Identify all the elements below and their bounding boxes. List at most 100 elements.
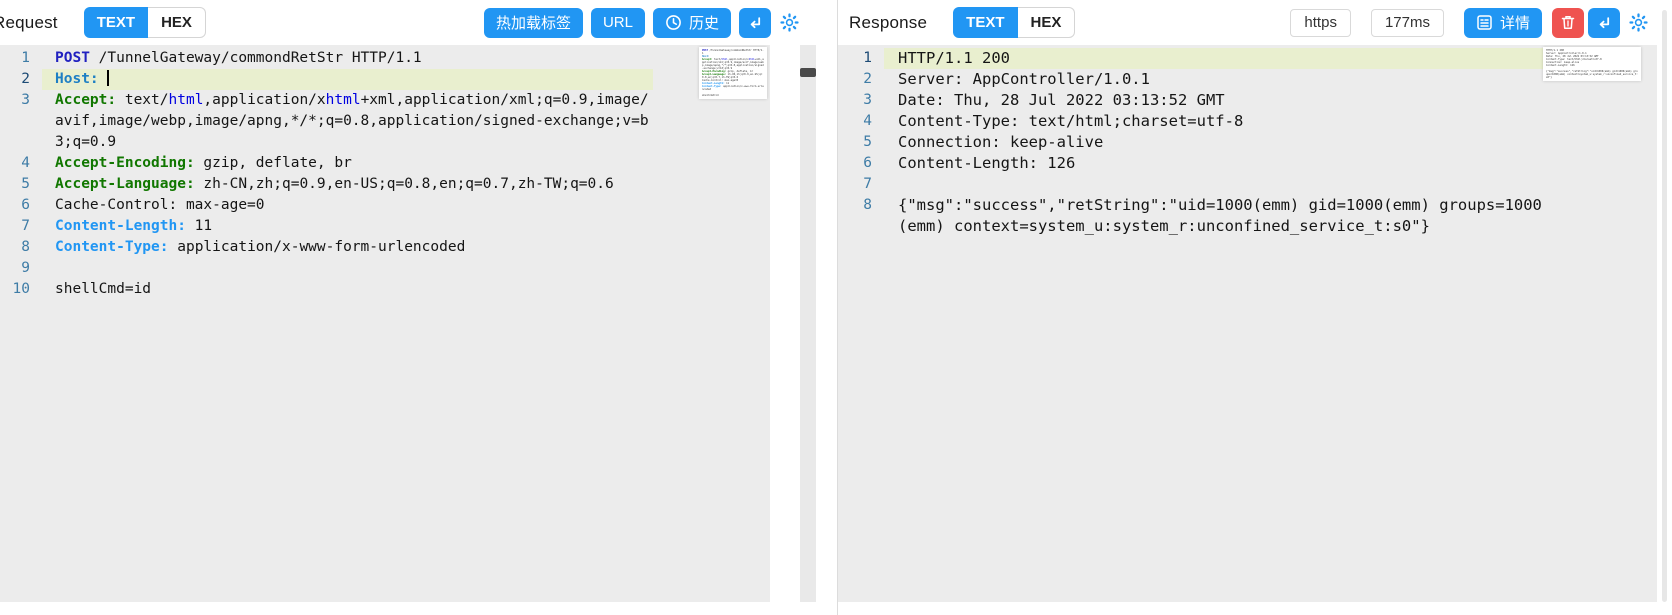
line-number: 10 xyxy=(0,279,30,300)
text-cursor xyxy=(107,70,109,86)
time-badge: 177ms xyxy=(1371,9,1444,37)
line-text: POST /TunnelGateway/commondRetStr HTTP/1… xyxy=(42,48,653,69)
line-number: 4 xyxy=(0,153,30,174)
history-button[interactable]: 历史 xyxy=(653,8,731,38)
response-tab-text[interactable]: TEXT xyxy=(953,7,1017,38)
protocol-badge: https xyxy=(1290,9,1351,37)
response-tab-hex[interactable]: HEX xyxy=(1018,7,1076,38)
line-text: Accept: text/html,application/xhtml+xml,… xyxy=(42,90,653,153)
response-scrollbar-track[interactable] xyxy=(1662,10,1667,602)
response-toolbar: https 177ms 详情 xyxy=(1290,8,1648,38)
line-number: 7 xyxy=(0,216,30,237)
details-button[interactable]: 详情 xyxy=(1464,8,1542,38)
code-line: 6 Cache-Control: max-age=0 xyxy=(0,195,770,216)
code-line: 6 Content-Length: 126 xyxy=(838,153,1657,174)
request-tab-text[interactable]: TEXT xyxy=(84,7,148,38)
line-text: Date: Thu, 28 Jul 2022 03:13:52 GMT xyxy=(884,90,1548,111)
request-settings-button[interactable] xyxy=(780,13,799,32)
delete-button[interactable] xyxy=(1552,8,1584,38)
request-editor[interactable]: 1 POST /TunnelGateway/commondRetStr HTTP/… xyxy=(0,45,770,602)
request-minimap[interactable]: POST /TunnelGateway/commondRetStr HTTP/1… xyxy=(699,47,767,99)
response-view-toggle: TEXT HEX xyxy=(953,7,1075,38)
line-text xyxy=(42,258,653,279)
line-number: 1 xyxy=(0,48,30,69)
code-line: 3 Date: Thu, 28 Jul 2022 03:13:52 GMT xyxy=(838,90,1657,111)
code-line: 5 Connection: keep-alive xyxy=(838,132,1657,153)
code-line: 4 Accept-Encoding: gzip, deflate, br xyxy=(0,153,770,174)
request-tab-hex[interactable]: HEX xyxy=(148,7,206,38)
line-number: 7 xyxy=(838,174,872,195)
enter-icon xyxy=(1596,15,1612,31)
line-text: Content-Type: application/x-www-form-url… xyxy=(42,237,653,258)
panel-divider-gap xyxy=(770,45,837,615)
request-toolbar: 热加载标签 URL 历史 xyxy=(484,8,799,38)
line-number: 6 xyxy=(0,195,30,216)
code-line: 2 Host: xyxy=(0,69,770,90)
line-number: 9 xyxy=(0,258,30,279)
line-text: Cache-Control: max-age=0 xyxy=(42,195,653,216)
code-line: 9 xyxy=(0,258,770,279)
code-line: 7 xyxy=(838,174,1657,195)
response-minimap[interactable]: HTTP/1.1 200Server: AppController/1.0.1D… xyxy=(1543,47,1641,81)
editor-scrollbar-thumb[interactable] xyxy=(800,68,816,77)
line-text: shellCmd=id xyxy=(42,279,653,300)
response-panel: Response TEXT HEX https 177ms 详情 xyxy=(838,0,1672,615)
url-button[interactable]: URL xyxy=(591,8,645,38)
line-text: {"msg":"success","retString":"uid=1000(e… xyxy=(884,195,1548,237)
line-text: Content-Length: 126 xyxy=(884,153,1548,174)
line-text: Server: AppController/1.0.1 xyxy=(884,69,1548,90)
response-title: Response xyxy=(849,13,927,33)
request-body: 1 POST /TunnelGateway/commondRetStr HTTP/… xyxy=(0,45,837,615)
minimap-line: {"msg":"success","retString":"uid=1000(e… xyxy=(1546,70,1638,79)
line-number: 6 xyxy=(838,153,872,174)
request-title: Request xyxy=(0,13,58,33)
line-text: Connection: keep-alive xyxy=(884,132,1548,153)
minimap-line: shellCmd=id xyxy=(702,94,764,97)
response-code: 1HTTP/1.1 2002 Server: AppController/1.0.… xyxy=(838,45,1657,237)
response-editor[interactable]: 1HTTP/1.1 2002 Server: AppController/1.0.… xyxy=(838,45,1657,602)
code-line: 2 Server: AppController/1.0.1 xyxy=(838,69,1657,90)
line-number: 5 xyxy=(0,174,30,195)
line-number: 2 xyxy=(0,69,30,90)
request-header: Request TEXT HEX 热加载标签 URL 历史 xyxy=(0,0,837,45)
response-settings-button[interactable] xyxy=(1629,13,1648,32)
request-code: 1 POST /TunnelGateway/commondRetStr HTTP/… xyxy=(0,45,770,300)
trash-icon xyxy=(1560,14,1576,31)
line-text: Content-Type: text/html;charset=utf-8 xyxy=(884,111,1548,132)
response-header: Response TEXT HEX https 177ms 详情 xyxy=(838,0,1672,45)
line-number: 2 xyxy=(838,69,872,90)
line-text xyxy=(884,174,1548,195)
request-panel: Request TEXT HEX 热加载标签 URL 历史 xyxy=(0,0,838,615)
gear-icon xyxy=(1629,13,1648,32)
line-number: 8 xyxy=(0,237,30,258)
line-number: 3 xyxy=(838,90,872,111)
line-number: 8 xyxy=(838,195,872,237)
enter-icon xyxy=(747,15,763,31)
code-line: 1HTTP/1.1 200 xyxy=(838,48,1657,69)
response-send-button[interactable] xyxy=(1588,8,1620,38)
line-number: 5 xyxy=(838,132,872,153)
request-view-toggle: TEXT HEX xyxy=(84,7,206,38)
clock-icon xyxy=(665,14,682,31)
minimap-line: Accept: text/html,application/xhtml+xml,… xyxy=(702,58,764,70)
code-line: 8 {"msg":"success","retString":"uid=1000(… xyxy=(838,195,1657,237)
line-text: Host: xyxy=(42,69,653,90)
line-number: 4 xyxy=(838,111,872,132)
code-line: 7 Content-Length: 11 xyxy=(0,216,770,237)
line-number: 1 xyxy=(838,48,872,69)
request-send-button[interactable] xyxy=(739,8,771,38)
code-line: 1 POST /TunnelGateway/commondRetStr HTTP/… xyxy=(0,48,770,69)
editor-scrollbar-track[interactable] xyxy=(800,45,816,602)
gear-icon xyxy=(780,13,799,32)
code-line: 8 Content-Type: application/x-www-form-ur… xyxy=(0,237,770,258)
code-line: 10 shellCmd=id xyxy=(0,279,770,300)
line-number: 3 xyxy=(0,90,30,153)
line-text: Content-Length: 11 xyxy=(42,216,653,237)
line-text: Accept-Language: zh-CN,zh;q=0.9,en-US;q=… xyxy=(42,174,653,195)
hot-reload-button[interactable]: 热加载标签 xyxy=(484,8,583,38)
code-line: 4 Content-Type: text/html;charset=utf-8 xyxy=(838,111,1657,132)
response-body: 1HTTP/1.1 2002 Server: AppController/1.0.… xyxy=(838,45,1672,615)
http-repeater-app: Request TEXT HEX 热加载标签 URL 历史 xyxy=(0,0,1672,615)
line-text: Accept-Encoding: gzip, deflate, br xyxy=(42,153,653,174)
code-line: 3Accept: text/html,application/xhtml+xml… xyxy=(0,90,770,153)
